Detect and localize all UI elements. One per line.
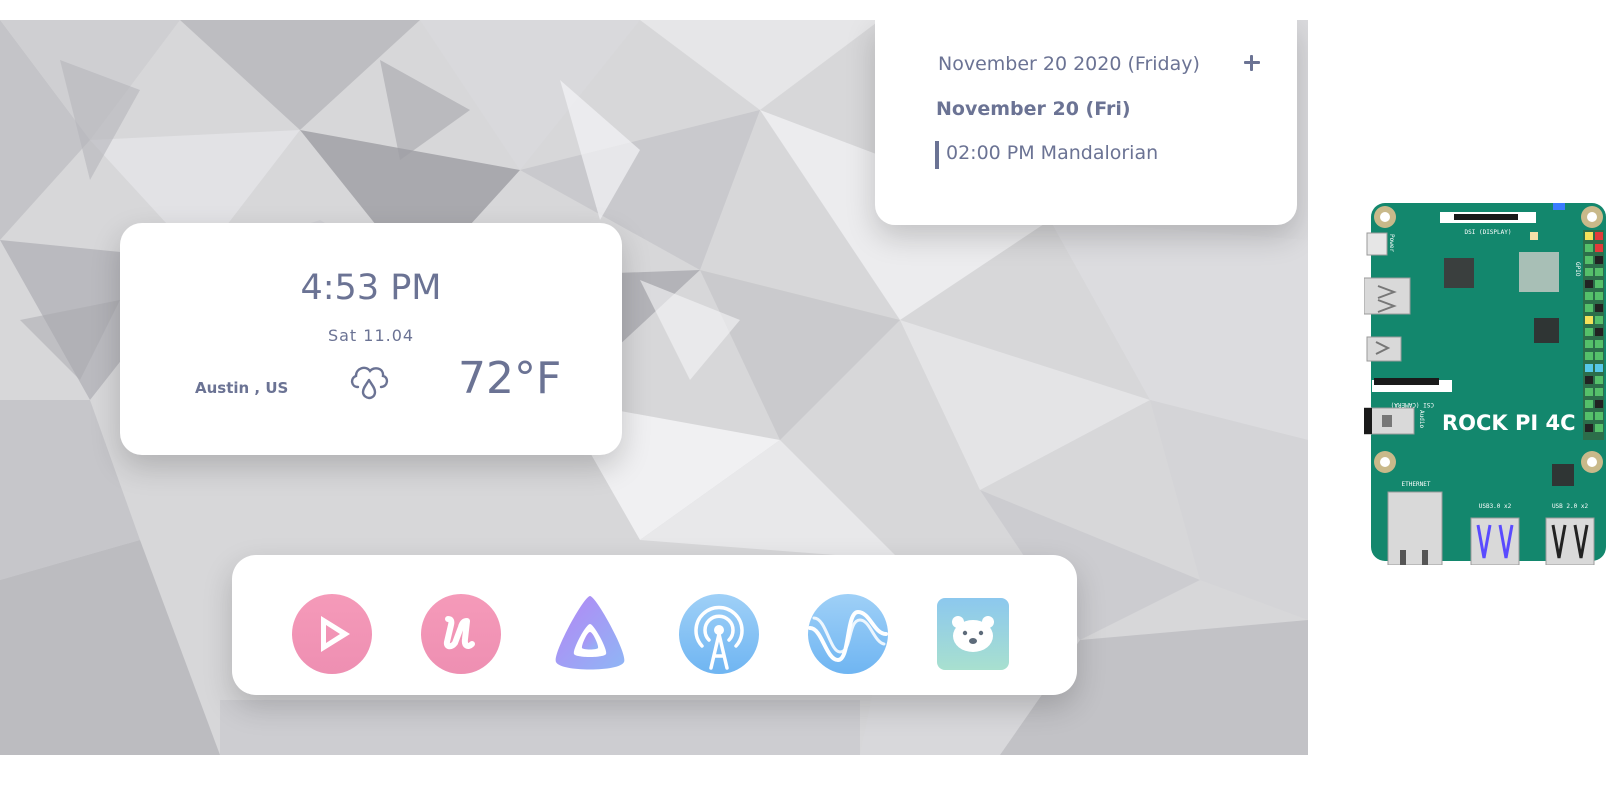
calendar-day-label: November 20 (Fri) (936, 98, 1131, 120)
jellyfin-app-icon[interactable] (550, 594, 630, 674)
usb3-label: USB3.0 x2 (1479, 503, 1512, 510)
csi-label: CSI (CAMERA) (1391, 401, 1434, 408)
weather-temperature: 72°F (458, 353, 562, 404)
dsi-label: DSI (DISPLAY) (1465, 229, 1512, 236)
weather-location: Austin , US (195, 379, 289, 397)
plus-icon[interactable] (1240, 51, 1264, 75)
usb2-label: USB 2.0 x2 (1552, 503, 1589, 510)
rock-pi-board-image: DSI (DISPLAY) GPIO Power CSI (CAMERA) Au… (1364, 203, 1606, 565)
play-app-icon[interactable] (292, 594, 372, 674)
desktop-wallpaper: November 20 2020 (Friday) November 20 (F… (0, 20, 1308, 755)
board-name: ROCK PI 4C (1442, 411, 1576, 435)
clock-date: Sat 11.04 (327, 326, 415, 345)
gpio-label: GPIO (1574, 262, 1581, 277)
calendar-widget: November 20 2020 (Friday) November 20 (F… (875, 20, 1297, 225)
calendar-header-date: November 20 2020 (Friday) (938, 53, 1200, 75)
ethernet-label: ETHERNET (1402, 481, 1431, 488)
app-dock (232, 555, 1077, 695)
power-label: Power (1388, 234, 1395, 252)
podcast-app-icon[interactable] (679, 594, 759, 674)
u-app-icon[interactable] (421, 594, 501, 674)
clock-time: 4:53 PM (300, 268, 442, 308)
event-marker (935, 141, 939, 169)
bear-app-icon[interactable] (937, 598, 1009, 670)
wave-app-icon[interactable] (808, 594, 888, 674)
event-text: 02:00 PM Mandalorian (946, 142, 1159, 164)
audio-label: Audio (1418, 410, 1425, 428)
clock-weather-widget: 4:53 PM Sat 11.04 Austin , US 72°F (120, 223, 622, 455)
gpio-header (1583, 230, 1604, 440)
cloud-rain-icon (350, 366, 389, 400)
